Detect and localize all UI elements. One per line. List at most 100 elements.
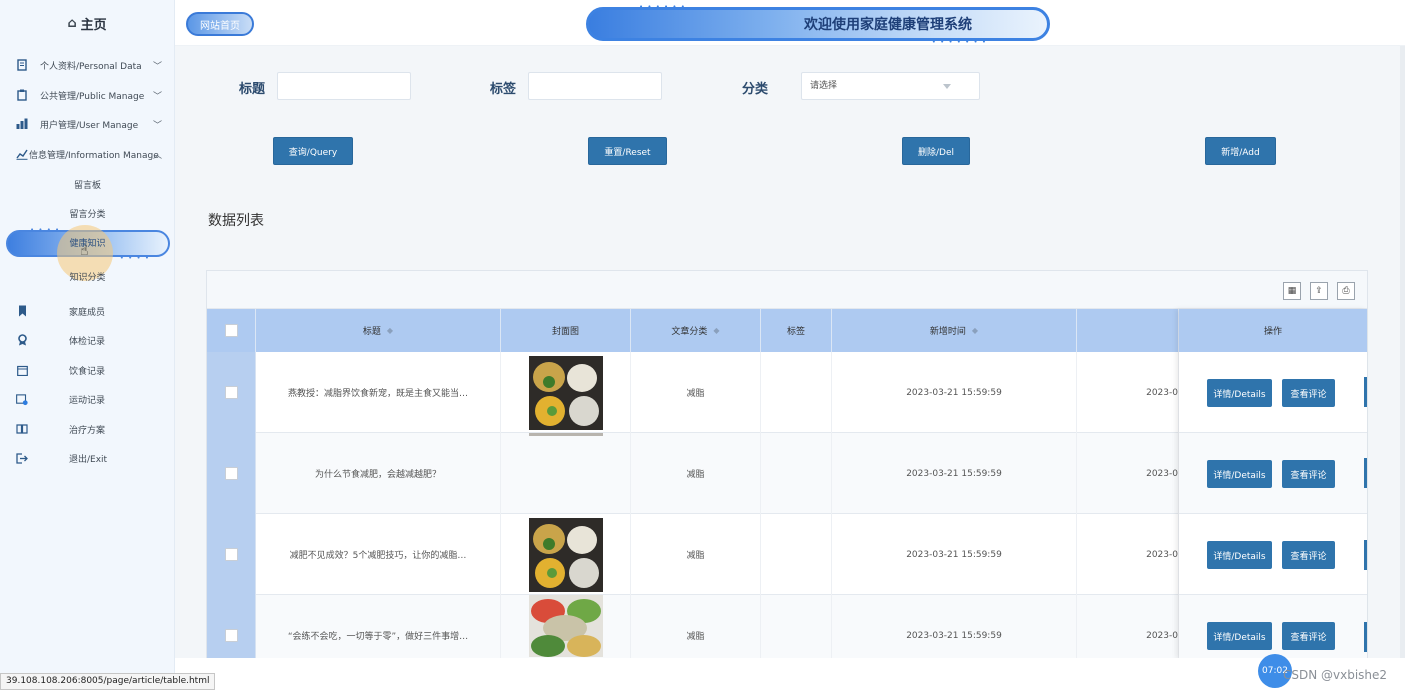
sidebar: ⌂ 主页 个人资料/Personal Data ﹀ 公共管理/Public Ma…: [0, 0, 175, 690]
welcome-banner: • • • • • • • • • • • • • 欢迎使用家庭健康管理系统: [586, 3, 1050, 46]
sidebar-item-exit[interactable]: 退出/Exit: [0, 447, 175, 469]
sort-icon: ◆: [713, 326, 720, 335]
sidebar-home[interactable]: ⌂ 主页: [0, 0, 174, 46]
chevron-down-icon: ﹀: [153, 61, 163, 72]
table-toolbar: ▦ ⇪ ⎙: [207, 271, 1367, 309]
chevron-up-icon: ︿: [153, 150, 163, 161]
row-checkbox[interactable]: [224, 386, 238, 399]
category-filter-select[interactable]: 请选择: [801, 72, 980, 100]
category-filter-label: 分类: [742, 82, 769, 97]
sidebar-item-label: 运动记录: [69, 395, 106, 406]
hand-cursor-icon: ☝: [80, 243, 89, 259]
tag-filter-label: 标签: [490, 82, 517, 97]
clipboard-icon: [16, 89, 28, 101]
cell-time: 2023-03-21 15:59:59: [832, 514, 1077, 595]
sidebar-item-label: 家庭成员: [69, 307, 106, 318]
cell-tag: [761, 352, 832, 433]
cell-cover: [501, 514, 631, 595]
details-button[interactable]: 详情/Details: [1207, 541, 1272, 569]
cell-cover: [501, 352, 631, 433]
chevron-down-icon: ﹀: [153, 91, 163, 102]
cell-category: 减脂: [631, 514, 761, 595]
delete-button[interactable]: 删除/Del: [902, 137, 970, 165]
data-table: ▦ ⇪ ⎙ 标题 ◆ 封面图 文章分类 ◆ 标签 新增时间 ◆ 燕教授：减脂界饮…: [206, 270, 1368, 661]
column-header-operations: 操作: [1179, 309, 1367, 352]
title-filter-input[interactable]: [277, 72, 411, 100]
sidebar-item-user-manage[interactable]: 用户管理/User Manage ﹀: [0, 113, 175, 135]
row-checkbox[interactable]: [224, 548, 238, 561]
column-header-category[interactable]: 文章分类 ◆: [631, 309, 761, 352]
cover-image-salad-bowls: [528, 517, 603, 592]
details-button[interactable]: 详情/Details: [1207, 622, 1272, 650]
vertical-scrollbar[interactable]: [1400, 46, 1405, 658]
decor-dots: • • • •: [119, 254, 150, 262]
app-root: ⌂ 主页 个人资料/Personal Data ﹀ 公共管理/Public Ma…: [0, 0, 1405, 690]
row-checkbox[interactable]: [224, 629, 238, 642]
operations-column: 操作 详情/Details 查看评论 详情/Details 查看评论 详情/De…: [1179, 309, 1367, 659]
select-all-checkbox[interactable]: [224, 324, 238, 337]
column-header-label: 文章分类: [671, 327, 708, 337]
title-filter-label: 标题: [239, 82, 266, 97]
book-icon: [16, 423, 28, 435]
view-comments-button[interactable]: 查看评论: [1282, 460, 1335, 488]
details-button[interactable]: 详情/Details: [1207, 379, 1272, 407]
sidebar-subitem-label: 留言板: [73, 181, 101, 191]
cell-time: 2023-03-21 15:59:59: [832, 352, 1077, 433]
users-icon: [16, 118, 28, 130]
cell-cover: [501, 595, 631, 661]
tag-filter-input[interactable]: [528, 72, 662, 100]
sidebar-item-treatment-plans[interactable]: 治疗方案: [0, 418, 175, 440]
sidebar-home-label: 主页: [80, 17, 107, 33]
cell-tag: [761, 595, 832, 661]
column-header-title[interactable]: 标题 ◆: [256, 309, 501, 352]
details-button[interactable]: 详情/Details: [1207, 460, 1272, 488]
overflow-button-edge[interactable]: [1364, 377, 1367, 407]
cell-time: 2023-03-21 15:59:59: [832, 433, 1077, 514]
sidebar-subitem-message-category[interactable]: 留言分类: [0, 205, 175, 225]
view-comments-button[interactable]: 查看评论: [1282, 379, 1335, 407]
sidebar-item-information-manage[interactable]: 信息管理/Information Manage ︿: [0, 143, 175, 165]
sidebar-subitem-message-board[interactable]: 留言板: [0, 176, 175, 196]
columns-filter-icon[interactable]: ▦: [1283, 282, 1301, 300]
cell-title: 燕教授：减脂界饮食新宠，既是主食又能当…: [256, 352, 501, 433]
sidebar-item-personal-data[interactable]: 个人资料/Personal Data ﹀: [0, 54, 175, 76]
view-comments-button[interactable]: 查看评论: [1282, 622, 1335, 650]
overflow-button-edge[interactable]: [1364, 458, 1367, 488]
chart-icon: [16, 148, 28, 160]
print-icon[interactable]: ⎙: [1337, 282, 1355, 300]
cover-image-vegetable-bowls: [528, 595, 603, 657]
view-comments-button[interactable]: 查看评论: [1282, 541, 1335, 569]
cell-time: 2023-03-21 15:59:59: [832, 595, 1077, 661]
column-header-time[interactable]: 新增时间 ◆: [832, 309, 1077, 352]
caret-down-icon: [943, 84, 951, 89]
sidebar-item-public-manage[interactable]: 公共管理/Public Manage ﹀: [0, 84, 175, 106]
row-select-cell: [207, 352, 256, 433]
cell-category: 减脂: [631, 433, 761, 514]
overflow-button-edge[interactable]: [1364, 540, 1367, 570]
overflow-button-edge[interactable]: [1364, 622, 1367, 652]
row-checkbox[interactable]: [224, 467, 238, 480]
sidebar-item-checkup-records[interactable]: 体检记录: [0, 329, 175, 351]
home-icon: ⌂: [67, 15, 77, 31]
operations-cell: 详情/Details 查看评论: [1179, 352, 1367, 433]
sidebar-subitem-knowledge-category[interactable]: 知识分类: [0, 268, 175, 288]
cover-image-salad-bowls: [528, 355, 603, 430]
cell-tag: [761, 433, 832, 514]
cell-overflow: 2023-0: [1077, 433, 1179, 514]
category-select-placeholder: 请选择: [810, 81, 838, 91]
export-icon[interactable]: ⇪: [1310, 282, 1328, 300]
sidebar-item-label: 个人资料/Personal Data: [40, 61, 142, 72]
sidebar-item-label: 公共管理/Public Manage: [40, 91, 145, 102]
query-button[interactable]: 查询/Query: [273, 137, 353, 165]
cell-title: “会练不会吃，一切等于零”，做好三件事增…: [256, 595, 501, 661]
reset-button[interactable]: 重置/Reset: [588, 137, 667, 165]
logout-icon: [16, 452, 28, 464]
add-button[interactable]: 新增/Add: [1205, 137, 1276, 165]
sidebar-item-label: 退出/Exit: [69, 454, 108, 465]
site-home-button[interactable]: 网站首页: [186, 12, 254, 36]
sidebar-item-exercise-records[interactable]: 运动记录: [0, 388, 175, 410]
sidebar-item-diet-records[interactable]: 饮食记录: [0, 359, 175, 381]
sort-icon: ◆: [971, 326, 979, 335]
sidebar-item-family-members[interactable]: 家庭成员: [0, 300, 175, 322]
watermark: CSDN @vxbishe2: [1283, 668, 1388, 682]
